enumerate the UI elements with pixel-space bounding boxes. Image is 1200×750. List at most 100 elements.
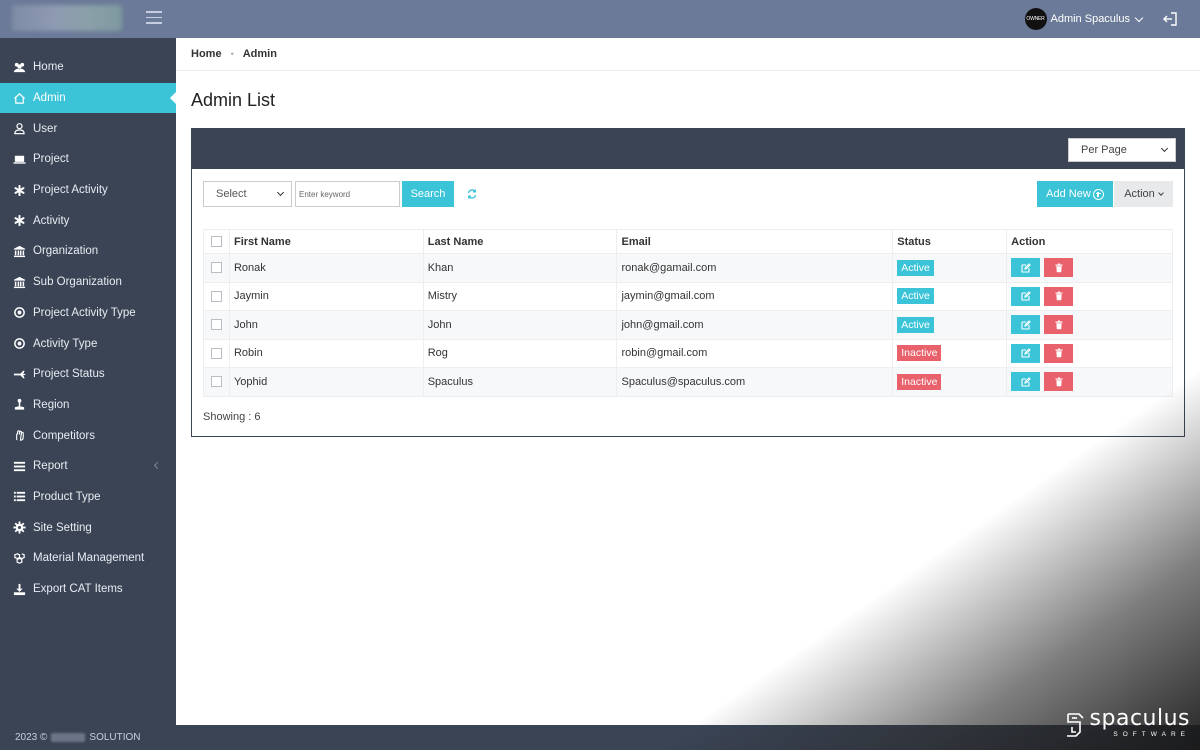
sidebar-item-activity-type[interactable]: Activity Type (0, 328, 176, 359)
sidebar-item-label: Product Type (33, 490, 101, 503)
status-badge[interactable]: Active (897, 288, 934, 305)
sidebar-item-label: Region (33, 398, 70, 411)
status-badge[interactable]: Active (897, 259, 934, 276)
spaculus-logo-icon (1066, 713, 1084, 737)
table-row: John John john@gmail.com Active (203, 310, 1173, 340)
laptop-icon (12, 152, 26, 166)
sidebar-item-competitors[interactable]: Competitors (0, 420, 176, 451)
sidebar-item-sub-organization[interactable]: Sub Organization (0, 267, 176, 298)
sidebar-item-label: Project Activity Type (33, 306, 136, 319)
sidebar-item-label: Admin (33, 92, 66, 105)
hand-icon (12, 429, 26, 443)
sidebar-item-organization[interactable]: Organization (0, 236, 176, 267)
keyword-input[interactable] (295, 181, 400, 207)
copyright-suffix: SOLUTION (89, 732, 141, 743)
row-checkbox[interactable] (210, 319, 222, 331)
sidebar-item-project-status[interactable]: Project Status (0, 359, 176, 390)
cell-last-name: John (422, 310, 618, 340)
sidebar-item-report[interactable]: Report (0, 451, 176, 482)
sidebar-item-label: Material Management (33, 552, 145, 565)
per-page-select[interactable]: Per Page (1068, 138, 1176, 162)
breadcrumb-home[interactable]: Home (191, 48, 222, 60)
delete-button[interactable] (1044, 315, 1074, 335)
status-badge[interactable]: Active (897, 316, 934, 333)
col-email[interactable]: Email (616, 229, 894, 254)
table-row: Robin Rog robin@gmail.com Inactive (203, 338, 1173, 368)
edit-icon (1021, 291, 1031, 301)
spaculus-watermark: spaculus SOFTWARE (1064, 708, 1190, 738)
edit-button[interactable] (1011, 258, 1041, 278)
sidebar-item-product-type[interactable]: Product Type (0, 482, 176, 513)
plane-icon (12, 367, 26, 381)
row-checkbox[interactable] (210, 347, 222, 359)
sidebar-item-site-setting[interactable]: Site Setting (0, 512, 176, 543)
sidebar-item-label: Export CAT Items (33, 583, 123, 596)
chevron-down-icon (1160, 144, 1169, 153)
row-checkbox[interactable] (210, 290, 222, 302)
refresh-icon[interactable] (466, 188, 478, 200)
admin-table: First Name Last Name Email Status Action… (203, 229, 1173, 397)
edit-button[interactable] (1011, 372, 1041, 392)
sidebar-item-label: Home (33, 61, 64, 74)
sidebar-item-export-cat-items[interactable]: Export CAT Items (0, 574, 176, 605)
sidebar-item-project-activity-type[interactable]: Project Activity Type (0, 298, 176, 329)
sidebar-item-label: Sub Organization (33, 276, 122, 289)
edit-button[interactable] (1011, 343, 1041, 363)
sidebar-item-project[interactable]: Project (0, 144, 176, 175)
delete-button[interactable] (1044, 286, 1074, 306)
sidebar-item-admin[interactable]: Admin (0, 82, 177, 114)
sidebar-item-region[interactable]: Region (0, 390, 176, 421)
status-badge[interactable]: Inactive (897, 345, 942, 362)
delete-button[interactable] (1044, 372, 1074, 392)
filter-select[interactable]: Select (203, 181, 292, 207)
action-label: Action (1124, 188, 1155, 200)
list-alt-icon (12, 490, 26, 504)
sidebar-item-label: Organization (33, 245, 99, 258)
sidebar-item-project-activity[interactable]: Project Activity (0, 175, 176, 206)
edit-button[interactable] (1011, 315, 1041, 335)
col-status[interactable]: Status (892, 229, 1008, 254)
hamburger-menu-icon[interactable] (146, 11, 162, 25)
logout-icon[interactable] (1162, 11, 1178, 27)
target-icon (12, 337, 26, 351)
cell-email: ronak@gamail.com (616, 253, 894, 283)
chevron-down-icon (1134, 13, 1144, 22)
trash-icon (1054, 320, 1064, 330)
sidebar-item-label: Activity (33, 214, 70, 227)
edit-icon (1021, 348, 1031, 358)
delete-button[interactable] (1044, 258, 1074, 278)
action-dropdown[interactable]: Action (1114, 181, 1173, 207)
table-row: Yophid Spaculus Spaculus@spaculus.com Inact… (203, 367, 1173, 397)
user-menu[interactable]: OWNER Admin Spaculus (1024, 8, 1144, 30)
status-badge[interactable]: Inactive (897, 373, 942, 390)
list-icon (12, 459, 26, 473)
edit-icon (1021, 262, 1031, 273)
col-last-name[interactable]: Last Name (422, 229, 618, 254)
asterisk-icon (12, 214, 26, 228)
sidebar-item-home[interactable]: Home (0, 52, 176, 83)
sidebar-item-user[interactable]: User (0, 113, 176, 144)
cell-email: john@gmail.com (616, 310, 894, 340)
app-logo[interactable] (12, 5, 122, 31)
home-icon (12, 91, 26, 105)
sidebar-item-label: Project (33, 153, 69, 166)
sidebar-footer: 2023 © SOLUTION (15, 732, 141, 743)
users-icon (12, 60, 26, 74)
edit-icon (1021, 376, 1031, 387)
filter-toolbar: Select Search (203, 181, 478, 207)
row-checkbox[interactable] (210, 262, 222, 274)
watermark-name: spaculus (1089, 706, 1190, 731)
row-checkbox[interactable] (210, 376, 222, 388)
sidebar: Home Admin User Project Project Activity Acti… (0, 38, 177, 750)
sidebar-item-label: Competitors (33, 429, 95, 442)
select-all-checkbox[interactable] (210, 236, 222, 248)
edit-button[interactable] (1011, 286, 1041, 306)
asterisk-icon (12, 183, 26, 197)
add-new-button[interactable]: Add New (1037, 181, 1113, 207)
col-first-name[interactable]: First Name (228, 229, 424, 254)
sidebar-item-label: User (33, 122, 58, 135)
sidebar-item-activity[interactable]: Activity (0, 205, 176, 236)
sidebar-item-material-management[interactable]: Material Management (0, 543, 176, 574)
search-button[interactable]: Search (402, 181, 454, 207)
delete-button[interactable] (1044, 343, 1074, 363)
